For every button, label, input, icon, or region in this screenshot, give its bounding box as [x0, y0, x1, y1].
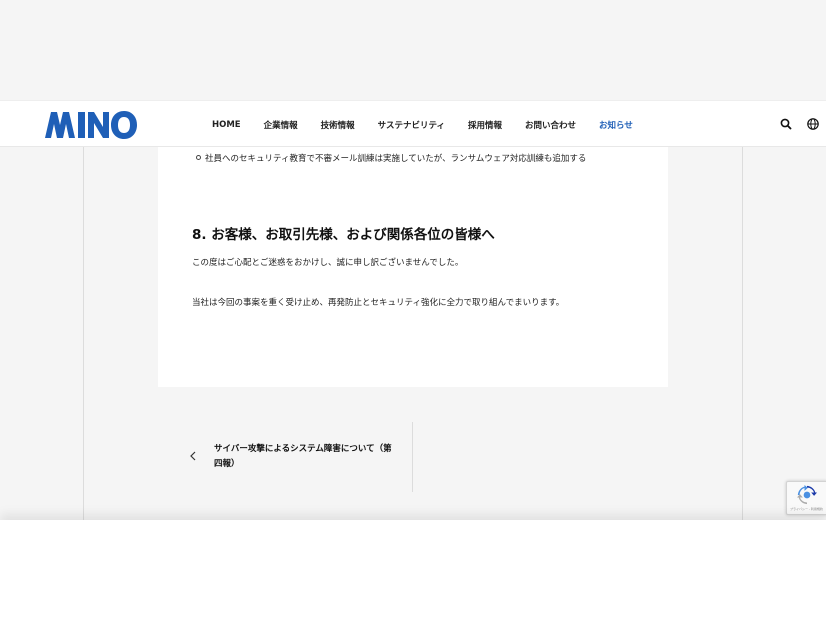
mino-logo[interactable] [45, 111, 137, 139]
nav-item-sustainability[interactable]: サステナビリティ [378, 119, 445, 131]
post-nav-divider [412, 422, 413, 492]
section-heading: 8. お客様、お取引先様、および関係各位の皆様へ [192, 227, 495, 243]
nav-item-contact[interactable]: お問い合わせ [525, 119, 576, 131]
nav-item-company[interactable]: 企業情報 [264, 119, 298, 131]
nav-item-news[interactable]: お知らせ [599, 119, 633, 131]
article-paragraph-1: この度はご心配とご迷惑をおかけし、誠に申し訳ございませんでした。 [192, 258, 464, 268]
main-nav: HOME 企業情報 技術情報 サステナビリティ 採用情報 お問い合わせ お知らせ [200, 101, 656, 148]
nav-item-recruit[interactable]: 採用情報 [468, 119, 502, 131]
recaptcha-badge[interactable]: プライバシー - 利用規約 [786, 481, 826, 515]
article-paragraph-2: 当社は今回の事案を重く受け止め、再発防止とセキュリティ強化に全力で取り組んでまい… [192, 298, 565, 308]
content-frame-left-line [83, 147, 84, 520]
recaptcha-text[interactable]: プライバシー - 利用規約 [790, 507, 823, 511]
page-viewport: 社員へのセキュリティ教育で不審メール訓練は実施していたが、ランサムウェア対応訓練… [0, 0, 826, 520]
search-icon[interactable] [779, 117, 793, 131]
site-header: HOME 企業情報 技術情報 サステナビリティ 採用情報 お問い合わせ お知らせ [0, 100, 826, 147]
previous-post-link[interactable]: サイバー攻撃によるシステム障害について（第四報） [188, 440, 393, 480]
article-bullet-text: 社員へのセキュリティ教育で不審メール訓練は実施していたが、ランサムウェア対応訓練… [205, 154, 587, 164]
recaptcha-icon [797, 485, 817, 505]
article-bullet: 社員へのセキュリティ教育で不審メール訓練は実施していたが、ランサムウェア対応訓練… [196, 152, 586, 164]
nav-item-home[interactable]: HOME [212, 120, 241, 130]
below-viewport-area [0, 520, 826, 620]
globe-icon[interactable] [806, 117, 820, 131]
previous-post-title[interactable]: サイバー攻撃によるシステム障害について（第四報） [214, 442, 394, 472]
nav-item-technology[interactable]: 技術情報 [321, 119, 355, 131]
bullet-circle-icon [196, 155, 201, 160]
content-frame-right-line [742, 147, 743, 520]
chevron-left-icon [190, 451, 196, 461]
